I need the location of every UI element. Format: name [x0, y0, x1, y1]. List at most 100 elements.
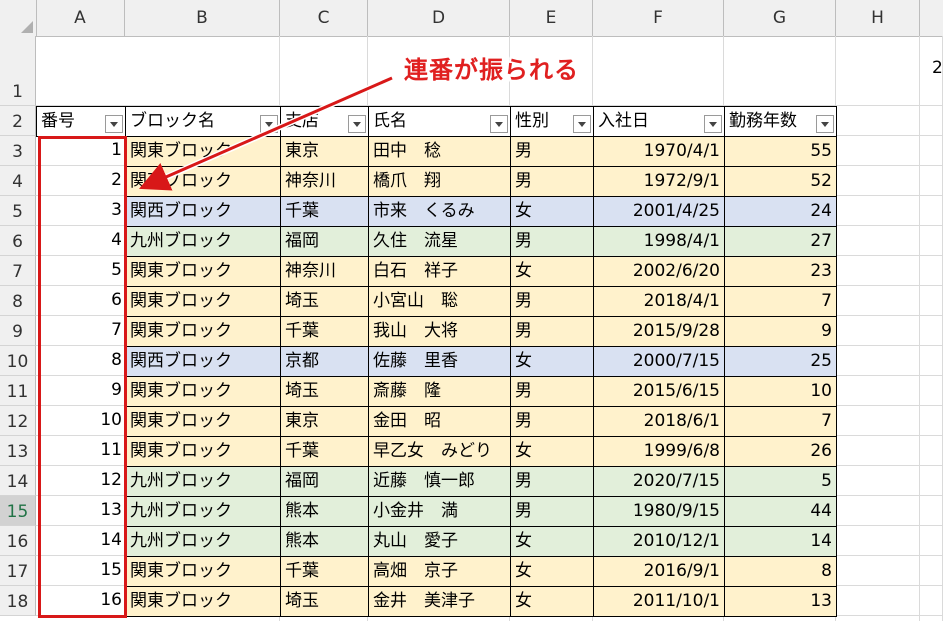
table-cell-name[interactable]: 小宮山 聡: [368, 286, 511, 317]
filter-dropdown-icon[interactable]: [105, 115, 123, 133]
header-cell[interactable]: 番号: [36, 106, 126, 137]
table-cell-years[interactable]: 9: [724, 316, 837, 347]
table-cell-date[interactable]: 2018/4/1: [593, 286, 725, 317]
select-all-corner[interactable]: [0, 0, 37, 36]
table-cell-sex[interactable]: 女: [510, 346, 594, 377]
table-cell-years[interactable]: 7: [724, 406, 837, 437]
table-cell-date[interactable]: 2015/6/15: [593, 376, 725, 407]
row-header-18[interactable]: 18: [0, 586, 36, 616]
table-cell-name[interactable]: 我山 大将: [368, 316, 511, 347]
table-cell-sex[interactable]: 男: [510, 406, 594, 437]
table-cell-branch[interactable]: 熊本: [280, 526, 369, 557]
table-cell-name[interactable]: 田中 稔: [368, 136, 511, 167]
header-cell[interactable]: 氏名: [368, 106, 511, 137]
header-cell[interactable]: ブロック名: [125, 106, 281, 137]
table-cell-date[interactable]: 1980/9/15: [593, 496, 725, 527]
table-cell-name[interactable]: 橋爪 翔: [368, 166, 511, 197]
filter-dropdown-icon[interactable]: [490, 115, 508, 133]
table-cell-name[interactable]: 白石 祥子: [368, 256, 511, 287]
table-cell-date[interactable]: 2001/4/25: [593, 196, 725, 227]
table-cell-sex[interactable]: 男: [510, 316, 594, 347]
header-cell[interactable]: 性別: [510, 106, 594, 137]
header-cell[interactable]: 勤務年数: [724, 106, 837, 137]
table-cell-sex[interactable]: 男: [510, 376, 594, 407]
table-cell-years[interactable]: 23: [724, 256, 837, 287]
header-cell[interactable]: 支店: [280, 106, 369, 137]
table-cell-branch[interactable]: 東京: [280, 136, 369, 167]
table-cell-name[interactable]: 市来 くるみ: [368, 196, 511, 227]
table-cell-block[interactable]: 関東ブロック: [125, 436, 281, 467]
table-cell-years[interactable]: 5: [724, 466, 837, 497]
row-header-9[interactable]: 9: [0, 316, 36, 346]
table-cell-block[interactable]: 九州ブロック: [125, 496, 281, 527]
column-header-d[interactable]: D: [368, 0, 510, 36]
table-cell-block[interactable]: 関東ブロック: [125, 316, 281, 347]
table-cell-block[interactable]: 関東ブロック: [125, 286, 281, 317]
table-cell-branch[interactable]: 千葉: [280, 436, 369, 467]
filter-dropdown-icon[interactable]: [816, 115, 834, 133]
column-header-a[interactable]: A: [36, 0, 125, 36]
table-cell-date[interactable]: 2015/9/28: [593, 316, 725, 347]
table-cell-branch[interactable]: 福岡: [280, 226, 369, 257]
table-cell-block[interactable]: 九州ブロック: [125, 466, 281, 497]
table-cell-date[interactable]: 2011/10/1: [593, 586, 725, 617]
column-header-h[interactable]: H: [836, 0, 920, 36]
header-cell[interactable]: 入社日: [593, 106, 725, 137]
table-cell-years[interactable]: 14: [724, 526, 837, 557]
table-cell-block[interactable]: 関東ブロック: [125, 556, 281, 587]
table-cell-sex[interactable]: 女: [510, 436, 594, 467]
filter-dropdown-icon[interactable]: [260, 115, 278, 133]
table-cell-sex[interactable]: 男: [510, 136, 594, 167]
table-cell-sex[interactable]: 女: [510, 586, 594, 617]
table-cell-block[interactable]: 関東ブロック: [125, 166, 281, 197]
table-cell-sex[interactable]: 男: [510, 226, 594, 257]
row-header-3[interactable]: 3: [0, 136, 36, 166]
table-cell-branch[interactable]: 京都: [280, 346, 369, 377]
table-cell-date[interactable]: 2016/9/1: [593, 556, 725, 587]
row-header-17[interactable]: 17: [0, 556, 36, 586]
row-header-8[interactable]: 8: [0, 286, 36, 316]
row-header-13[interactable]: 13: [0, 436, 36, 466]
table-cell-name[interactable]: 佐藤 里香: [368, 346, 511, 377]
table-cell-sex[interactable]: 男: [510, 466, 594, 497]
table-cell-block[interactable]: 九州ブロック: [125, 226, 281, 257]
table-cell-years[interactable]: 44: [724, 496, 837, 527]
row-header-7[interactable]: 7: [0, 256, 36, 286]
column-header-e[interactable]: E: [510, 0, 593, 36]
table-cell-name[interactable]: 久住 流星: [368, 226, 511, 257]
table-cell-name[interactable]: 近藤 慎一郎: [368, 466, 511, 497]
table-cell-branch[interactable]: 千葉: [280, 556, 369, 587]
row-header-14[interactable]: 14: [0, 466, 36, 496]
table-cell-name[interactable]: 早乙女 みどり: [368, 436, 511, 467]
table-cell-years[interactable]: 10: [724, 376, 837, 407]
table-cell-date[interactable]: 1972/9/1: [593, 166, 725, 197]
row-header-2[interactable]: 2: [0, 106, 36, 136]
table-cell-years[interactable]: 24: [724, 196, 837, 227]
table-cell-date[interactable]: 1998/4/1: [593, 226, 725, 257]
table-cell-name[interactable]: 金井 美津子: [368, 586, 511, 617]
table-cell-branch[interactable]: 千葉: [280, 196, 369, 227]
table-cell-sex[interactable]: 女: [510, 526, 594, 557]
table-cell-sex[interactable]: 女: [510, 196, 594, 227]
table-cell-name[interactable]: 斎藤 隆: [368, 376, 511, 407]
filter-dropdown-icon[interactable]: [704, 115, 722, 133]
row-header-1[interactable]: 1: [0, 36, 36, 106]
table-cell-years[interactable]: 52: [724, 166, 837, 197]
column-header-g[interactable]: G: [724, 0, 836, 36]
table-cell-date[interactable]: 1999/6/8: [593, 436, 725, 467]
table-cell-years[interactable]: 8: [724, 556, 837, 587]
row-header-12[interactable]: 12: [0, 406, 36, 436]
table-cell-sex[interactable]: 男: [510, 286, 594, 317]
table-cell-years[interactable]: 13: [724, 586, 837, 617]
table-cell-block[interactable]: 関東ブロック: [125, 406, 281, 437]
table-cell-years[interactable]: 26: [724, 436, 837, 467]
column-header-b[interactable]: B: [125, 0, 280, 36]
table-cell-date[interactable]: 2010/12/1: [593, 526, 725, 557]
table-cell-date[interactable]: 1970/4/1: [593, 136, 725, 167]
table-cell-sex[interactable]: 男: [510, 496, 594, 527]
table-cell-branch[interactable]: 千葉: [280, 316, 369, 347]
table-cell-sex[interactable]: 女: [510, 556, 594, 587]
table-cell-block[interactable]: 関東ブロック: [125, 376, 281, 407]
table-cell-block[interactable]: 九州ブロック: [125, 526, 281, 557]
column-header-c[interactable]: C: [280, 0, 368, 36]
